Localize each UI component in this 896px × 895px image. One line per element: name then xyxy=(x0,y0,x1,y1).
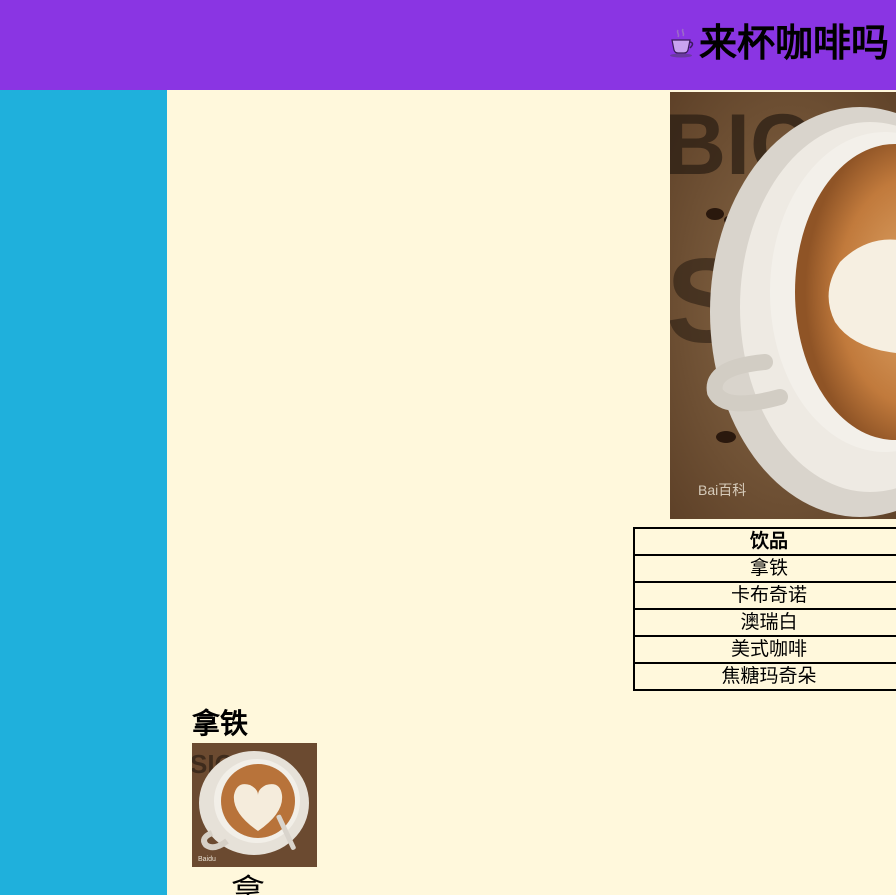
hero-watermark: Bai百科 xyxy=(698,482,746,498)
latte-art-illustration: BICA S Bai百科 xyxy=(670,92,896,519)
site-title-text: 来杯咖啡吗 xyxy=(698,21,889,65)
next-section-title: 拿 xyxy=(231,873,265,895)
latte-thumbnail-image: SIC Baidu xyxy=(192,743,317,867)
hero-coffee-image: BICA S Bai百科 xyxy=(670,92,896,519)
table-header-drink: 饮品 xyxy=(633,527,896,556)
section-title-latte: 拿铁 xyxy=(192,707,249,740)
table-row: 澳瑞白 xyxy=(633,608,896,637)
site-header: 来杯咖啡吗 xyxy=(0,0,896,90)
coffee-cup-icon xyxy=(669,28,694,58)
table-cell: 焦糖玛奇朵 xyxy=(633,662,896,691)
table-row: 卡布奇诺 xyxy=(633,581,896,610)
main-content: BICA S Bai百科 饮品 拿铁 卡布奇诺 澳瑞白 美式咖啡 焦糖玛奇朵 拿… xyxy=(167,90,896,895)
table-row: 焦糖玛奇朵 xyxy=(633,662,896,691)
sidebar xyxy=(0,90,167,895)
table-cell: 美式咖啡 xyxy=(633,635,896,664)
thumb-watermark: Baidu xyxy=(198,856,216,863)
site-title: 来杯咖啡吗 xyxy=(669,21,889,65)
table-cell: 澳瑞白 xyxy=(633,608,896,637)
table-cell: 拿铁 xyxy=(633,554,896,583)
drink-table: 饮品 拿铁 卡布奇诺 澳瑞白 美式咖啡 焦糖玛奇朵 xyxy=(633,527,896,691)
table-row: 美式咖啡 xyxy=(633,635,896,664)
table-row: 拿铁 xyxy=(633,554,896,583)
table-cell: 卡布奇诺 xyxy=(633,581,896,610)
